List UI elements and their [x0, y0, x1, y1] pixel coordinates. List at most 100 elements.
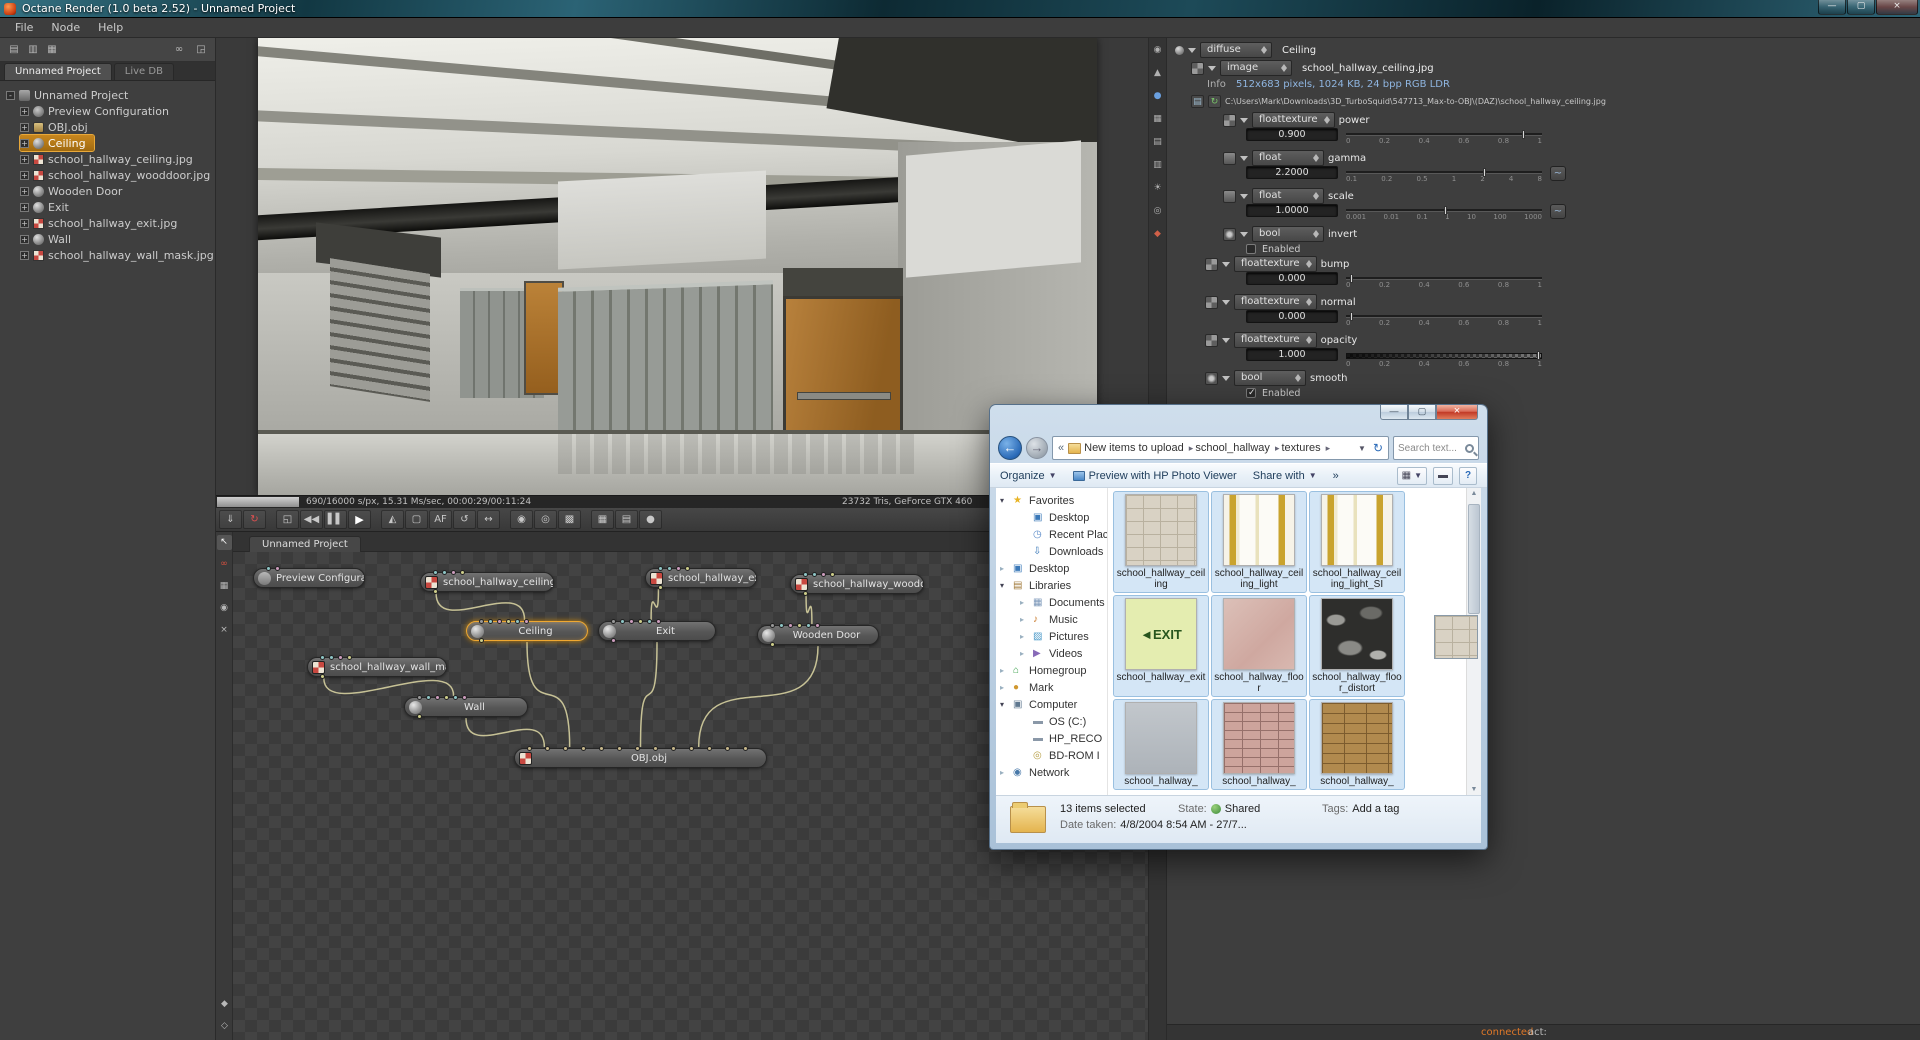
split-view-icon[interactable]: ▥: [25, 42, 41, 58]
node-type-combo[interactable]: diffuse: [1200, 42, 1272, 58]
tree-item[interactable]: + Wall: [20, 231, 79, 247]
node-output-pin[interactable]: [803, 591, 808, 596]
help-button[interactable]: ?: [1459, 466, 1477, 485]
render-region-icon[interactable]: ▩: [558, 510, 581, 529]
pause-render-icon[interactable]: ▌▌: [324, 510, 347, 529]
node-input-pin[interactable]: [545, 746, 550, 751]
node-input-pin[interactable]: [725, 746, 730, 751]
node-input-pin[interactable]: [444, 695, 449, 700]
slider-track[interactable]: [1346, 351, 1542, 360]
graph-node[interactable]: Wooden Door: [757, 623, 879, 647]
file-item[interactable]: ◄EXIT school_hallway_exit: [1113, 595, 1209, 697]
tree-expander-icon[interactable]: +: [20, 186, 29, 196]
inspect-node-icon[interactable]: ◉: [217, 601, 232, 616]
curve-editor-button[interactable]: [1550, 204, 1566, 219]
slider-track[interactable]: [1346, 168, 1542, 177]
node-input-pin[interactable]: [347, 655, 352, 660]
nav-tree-item[interactable]: Recent Places: [996, 526, 1107, 543]
node-input-pin[interactable]: [417, 695, 422, 700]
forward-button[interactable]: →: [1026, 437, 1048, 459]
node-input-pin[interactable]: [617, 746, 622, 751]
node-input-pin[interactable]: [488, 619, 493, 624]
node-input-pin[interactable]: [581, 746, 586, 751]
file-item[interactable]: school_hallway_ceiling_light: [1211, 491, 1307, 593]
file-item[interactable]: school_hallway_: [1309, 699, 1405, 790]
collapse-arrow-icon[interactable]: [1222, 261, 1230, 267]
node-input-pin[interactable]: [524, 619, 529, 624]
tree-expander-icon[interactable]: +: [20, 202, 29, 212]
project-tab[interactable]: Unnamed Project: [4, 63, 112, 80]
tree-expander-icon[interactable]: +: [20, 138, 29, 148]
node-input-pin[interactable]: [676, 566, 681, 571]
expander-icon[interactable]: [1020, 632, 1029, 641]
tree-item[interactable]: - Unnamed Project: [6, 87, 136, 103]
mesh-preview-icon[interactable]: ▲: [1151, 66, 1165, 80]
node-input-pin[interactable]: [442, 570, 447, 575]
node-input-pin[interactable]: [815, 623, 820, 628]
tree-expander-icon[interactable]: +: [20, 250, 29, 260]
node-input-pin[interactable]: [803, 572, 808, 577]
texture-icon[interactable]: ▦: [1151, 112, 1165, 126]
nav-tree-item[interactable]: Favorites: [996, 492, 1107, 509]
node-output-pin[interactable]: [433, 589, 438, 594]
value-field[interactable]: 1.000: [1246, 348, 1338, 361]
parameter-type-combo[interactable]: floattexture: [1234, 294, 1317, 310]
nav-tree-item[interactable]: Downloads: [996, 543, 1107, 560]
node-input-pin[interactable]: [806, 623, 811, 628]
graph-tools-icon[interactable]: ◆: [217, 997, 232, 1012]
node-input-pin[interactable]: [506, 619, 511, 624]
collapse-arrow-icon[interactable]: [1222, 337, 1230, 343]
tree-expander-icon[interactable]: +: [20, 234, 29, 244]
panel-layout-icon[interactable]: ▦: [44, 42, 60, 58]
node-type-combo[interactable]: image: [1220, 60, 1292, 76]
node-input-pin[interactable]: [462, 695, 467, 700]
node-input-pin[interactable]: [426, 695, 431, 700]
refresh-icon[interactable]: ↻: [1371, 441, 1385, 455]
tree-expander-icon[interactable]: -: [6, 90, 15, 100]
nav-tree-item[interactable]: OS (C:): [996, 713, 1107, 730]
play-render-icon[interactable]: ▶: [348, 510, 371, 529]
expander-icon[interactable]: [1000, 768, 1009, 777]
node-input-pin[interactable]: [563, 746, 568, 751]
node-input-pin[interactable]: [797, 623, 802, 628]
checkbox[interactable]: [1246, 388, 1256, 398]
node-input-pin[interactable]: [320, 655, 325, 660]
display-settings-icon[interactable]: ▢: [405, 510, 428, 529]
node-output-pin[interactable]: [479, 638, 484, 643]
pop-out-panel-icon[interactable]: ◲: [193, 42, 209, 58]
nav-tree-item[interactable]: Videos: [996, 645, 1107, 662]
parameter-type-combo[interactable]: floattexture: [1252, 112, 1335, 128]
minimize-button[interactable]: —: [1818, 0, 1846, 15]
tree-item[interactable]: + Ceiling: [19, 134, 95, 152]
node-input-pin[interactable]: [635, 746, 640, 751]
parameter-type-combo[interactable]: bool: [1252, 226, 1324, 242]
camera-pan-icon[interactable]: ↔: [477, 510, 500, 529]
scroll-up-icon[interactable]: ▲: [1467, 490, 1481, 497]
back-button[interactable]: ←: [998, 436, 1022, 460]
render-priority-icon[interactable]: ◭: [381, 510, 404, 529]
views-button[interactable]: ▦ ▼: [1396, 466, 1427, 485]
node-input-pin[interactable]: [658, 566, 663, 571]
curve-editor-button[interactable]: [1550, 166, 1566, 181]
slider-thumb[interactable]: [1444, 206, 1447, 215]
material-icon[interactable]: ●: [1151, 89, 1165, 103]
explorer-close-button[interactable]: ×: [1436, 405, 1478, 420]
value-slider[interactable]: 0 0.2 0.4 0.6 0.8 1: [1346, 310, 1542, 327]
new-window-icon[interactable]: ▤: [6, 42, 22, 58]
outliner-icon[interactable]: ◉: [1151, 43, 1165, 57]
tree-expander-icon[interactable]: +: [20, 170, 29, 180]
slider-thumb[interactable]: [1522, 130, 1526, 139]
slider-track[interactable]: [1346, 206, 1542, 215]
scrollbar-thumb[interactable]: [1468, 504, 1480, 614]
autofocus-icon[interactable]: AF: [429, 510, 452, 529]
close-button[interactable]: ×: [1876, 0, 1918, 15]
nav-tree-item[interactable]: Mark: [996, 679, 1107, 696]
subsampling-icon[interactable]: ▦: [591, 510, 614, 529]
nav-tree-item[interactable]: Pictures: [996, 628, 1107, 645]
breadcrumb-segment[interactable]: textures: [1280, 442, 1331, 454]
node-input-pin[interactable]: [779, 623, 784, 628]
node-input-pin[interactable]: [770, 623, 775, 628]
node-output-pin[interactable]: [320, 674, 325, 679]
preview-button[interactable]: Preview with HP Photo Viewer: [1072, 470, 1237, 482]
nav-tree-item[interactable]: HP_RECO: [996, 730, 1107, 747]
